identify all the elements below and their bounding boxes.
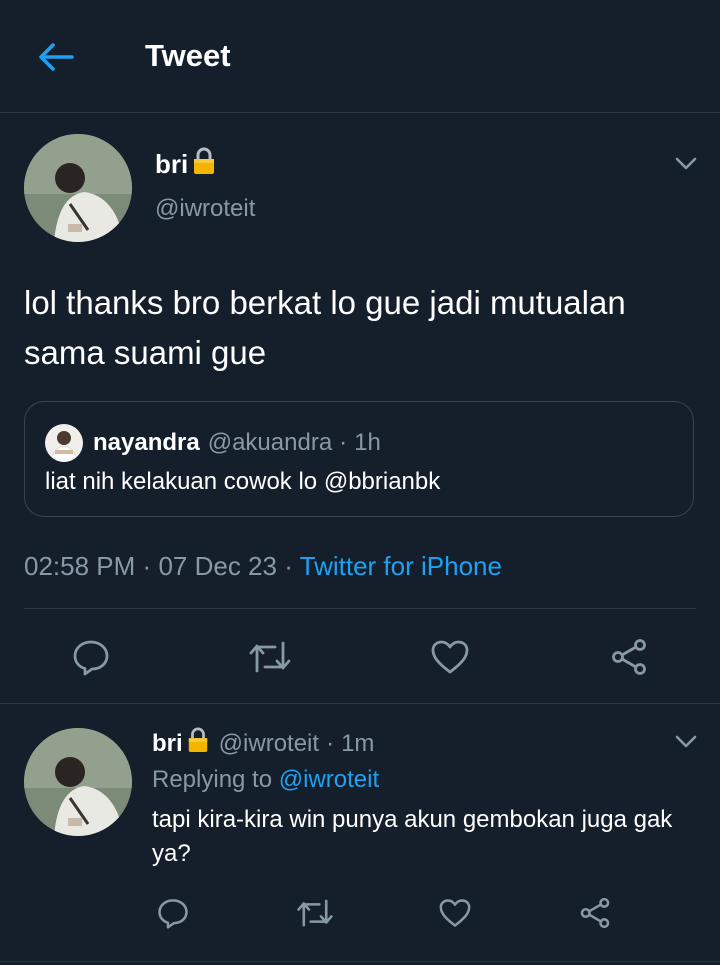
replying-to: Replying to @iwroteit bbox=[152, 766, 379, 794]
chevron-down-icon bbox=[675, 735, 697, 748]
quoted-time: 1h bbox=[354, 429, 381, 456]
tweet-source-link[interactable]: Twitter for iPhone bbox=[300, 551, 502, 581]
reply-icon bbox=[73, 640, 109, 676]
share-button[interactable] bbox=[606, 634, 652, 680]
retweet-button[interactable] bbox=[246, 634, 294, 680]
tweet-menu-button[interactable] bbox=[670, 150, 702, 178]
lock-icon bbox=[186, 726, 210, 761]
quoted-tweet[interactable]: nayandra @akuandra · 1h liat nih kelakua… bbox=[24, 401, 694, 517]
reply-retweet-button[interactable] bbox=[294, 894, 336, 932]
author-name-row: bri bbox=[155, 146, 217, 183]
reply-like-button[interactable] bbox=[436, 894, 474, 932]
back-button[interactable] bbox=[30, 34, 82, 80]
like-button[interactable] bbox=[427, 634, 473, 680]
tweet-text: lol thanks bro berkat lo gue jadi mutual… bbox=[24, 284, 626, 371]
tweet-separator bbox=[0, 703, 720, 704]
replying-to-handle[interactable]: @iwroteit bbox=[279, 766, 379, 793]
share-icon bbox=[580, 897, 610, 929]
reply-icon bbox=[158, 899, 188, 929]
reply-header: bri @iwroteit · 1m bbox=[152, 726, 374, 761]
reply-author-handle[interactable]: @iwroteit bbox=[219, 730, 319, 758]
quoted-author-name: nayandra bbox=[93, 429, 200, 456]
quoted-avatar bbox=[45, 424, 83, 462]
author-avatar[interactable] bbox=[24, 134, 132, 242]
retweet-icon bbox=[297, 899, 333, 927]
share-icon bbox=[612, 639, 646, 675]
lock-icon bbox=[191, 146, 217, 183]
retweet-icon bbox=[249, 641, 291, 673]
quoted-author-handle: @akuandra bbox=[207, 429, 333, 456]
meta-separator: · bbox=[142, 551, 152, 581]
author-name[interactable]: bri bbox=[155, 149, 188, 180]
tweet-meta: 02:58 PM · 07 Dec 23 · Twitter for iPhon… bbox=[24, 551, 502, 582]
reply-tweet-text: tapi kira-kira win punya akun gembokan j… bbox=[152, 806, 673, 867]
chevron-down-icon bbox=[675, 157, 697, 170]
reply-button[interactable] bbox=[68, 634, 114, 680]
meta-separator: · bbox=[284, 551, 293, 581]
quoted-separator: · bbox=[339, 429, 348, 456]
reply-separator: · bbox=[326, 729, 335, 757]
reply-share-button[interactable] bbox=[576, 894, 614, 932]
replying-to-label: Replying to bbox=[152, 766, 273, 793]
bottom-divider bbox=[0, 961, 720, 962]
divider bbox=[24, 608, 696, 609]
reply-reply-button[interactable] bbox=[154, 894, 192, 932]
heart-icon bbox=[431, 640, 469, 674]
heart-icon bbox=[439, 899, 471, 927]
page-title: Tweet bbox=[145, 38, 231, 73]
quoted-tweet-text: liat nih kelakuan cowok lo @bbrianbk bbox=[45, 468, 441, 495]
tweet-time: 02:58 PM bbox=[24, 551, 136, 581]
tweet-date: 07 Dec 23 bbox=[158, 551, 277, 581]
reply-author-avatar[interactable] bbox=[24, 728, 132, 836]
reply-time: 1m bbox=[341, 729, 375, 757]
arrow-left-icon bbox=[39, 43, 74, 71]
quoted-tweet-header: nayandra @akuandra · 1h bbox=[45, 424, 381, 462]
reply-author-name[interactable]: bri bbox=[152, 730, 183, 758]
author-handle[interactable]: @iwroteit bbox=[155, 195, 255, 223]
reply-menu-button[interactable] bbox=[670, 728, 702, 756]
top-bar: Tweet bbox=[0, 0, 720, 113]
